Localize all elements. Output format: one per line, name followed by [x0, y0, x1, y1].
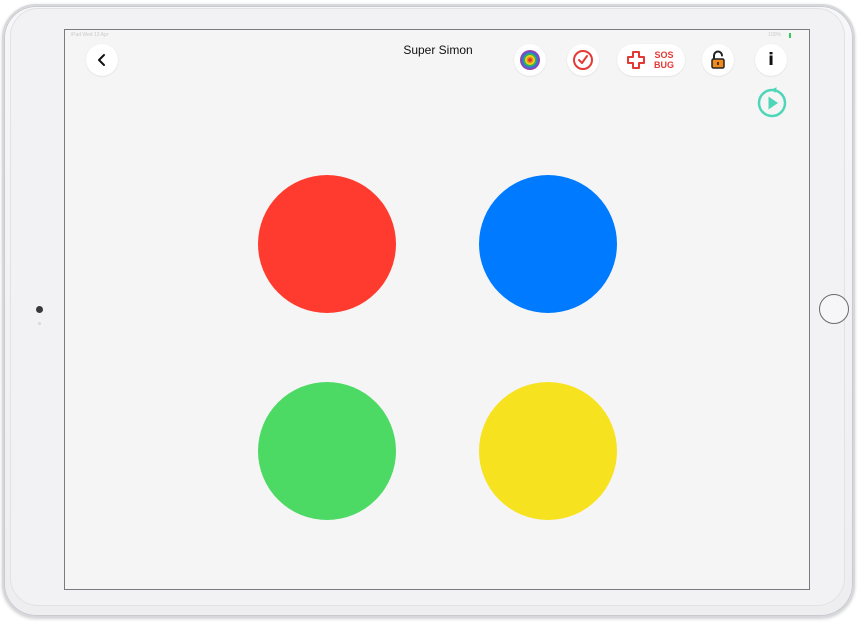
rainbow-circle-icon: [520, 50, 540, 70]
front-camera: [36, 306, 43, 313]
sos-bug-label: SOS BUG: [653, 50, 675, 70]
app-screen: iPad Wed 13 Apr 100% Super Simon SOS BUG…: [64, 29, 810, 590]
sos-bug-button[interactable]: SOS BUG: [617, 44, 685, 76]
replay-play-icon: [757, 87, 787, 118]
lock-button[interactable]: [702, 44, 734, 76]
rainbow-settings-button[interactable]: [514, 44, 546, 76]
yellow-pad[interactable]: [479, 382, 617, 520]
battery-icon: [789, 33, 791, 38]
red-pad[interactable]: [258, 175, 396, 313]
play-button[interactable]: [756, 87, 788, 119]
chevron-left-icon: [98, 54, 105, 66]
clock-check-icon: [573, 50, 593, 70]
back-button[interactable]: [86, 44, 118, 76]
medical-cross-icon: [627, 51, 645, 69]
page-title: Super Simon: [403, 43, 473, 57]
blue-pad[interactable]: [479, 175, 617, 313]
info-icon: i: [768, 50, 774, 70]
bug-label: BUG: [654, 60, 674, 70]
unlocked-padlock-icon: [711, 50, 725, 69]
camera-sensor: [38, 322, 41, 325]
status-battery-text: 100%: [768, 32, 781, 38]
green-pad[interactable]: [258, 382, 396, 520]
sos-label: SOS: [654, 50, 674, 60]
home-button[interactable]: [819, 294, 849, 324]
status-time: iPad Wed 13 Apr: [71, 32, 109, 38]
timer-button[interactable]: [567, 44, 599, 76]
status-bar: iPad Wed 13 Apr 100%: [65, 30, 809, 40]
info-button[interactable]: i: [755, 44, 787, 76]
